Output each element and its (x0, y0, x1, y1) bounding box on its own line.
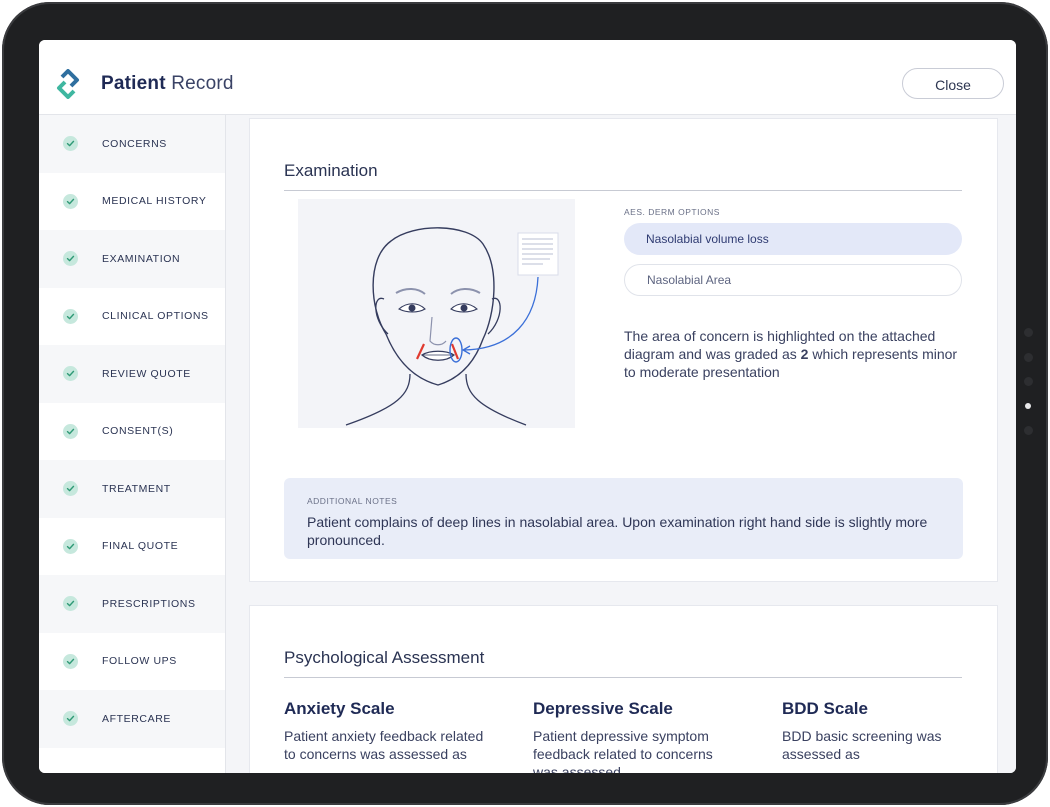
tablet-sensor (1024, 328, 1033, 337)
sidebar-item-label: MEDICAL HISTORY (102, 195, 207, 208)
main-content[interactable]: Examination AES. DERM OPTIONS Nasolabial… (226, 115, 1016, 773)
app-logo-icon (57, 69, 79, 99)
head-outline (372, 227, 495, 386)
anxiety-scale-text: Patient anxiety feedback related to conc… (284, 728, 484, 762)
diagram-arrow (463, 276, 539, 351)
check-icon (63, 711, 78, 727)
option-nasolabial-area[interactable]: Nasolabial Area (624, 264, 962, 296)
sidebar-item-consent-s[interactable]: CONSENT(S) (39, 403, 225, 461)
sidebar-item-examination[interactable]: EXAMINATION (39, 230, 225, 288)
option-nasolabial-volume-loss[interactable]: Nasolabial volume loss (624, 223, 962, 255)
depressive-scale-title: Depressive Scale (533, 699, 673, 718)
check-icon (63, 653, 78, 669)
tablet-camera (1025, 403, 1031, 409)
sidebar-item-review-quote[interactable]: REVIEW QUOTE (39, 345, 225, 403)
check-icon (63, 423, 78, 439)
examination-card: Examination AES. DERM OPTIONS Nasolabial… (249, 118, 998, 582)
app-title-bold: Patient (101, 73, 166, 94)
psych-assessment-card: Psychological Assessment Anxiety Scale P… (249, 605, 998, 773)
depressive-scale-text: Patient depressive symptom feedback rela… (533, 728, 713, 773)
check-icon (63, 193, 78, 209)
check-icon (63, 538, 78, 554)
tablet-sensor (1024, 377, 1033, 386)
sidebar-item-clinical-options[interactable]: CLINICAL OPTIONS (39, 288, 225, 346)
notes-text: Patient complains of deep lines in nasol… (307, 514, 928, 548)
face-diagram (298, 199, 575, 428)
sidebar-item-prescriptions[interactable]: PRESCRIPTIONS (39, 575, 225, 633)
sidebar-item-label: CONSENT(S) (102, 425, 174, 438)
notes-caption: ADDITIONAL NOTES (307, 496, 398, 506)
sidebar-item-label: FOLLOW UPS (102, 655, 177, 668)
anxiety-scale-title: Anxiety Scale (284, 699, 395, 718)
options-caption: AES. DERM OPTIONS (624, 207, 720, 217)
sidebar-item-aftercare[interactable]: AFTERCARE (39, 690, 225, 748)
check-icon (63, 136, 78, 152)
depressive-scale: Depressive Scale Patient depressive symp… (533, 699, 733, 773)
sidebar-item-label: FINAL QUOTE (102, 540, 179, 553)
sidebar-item-label: REVIEW QUOTE (102, 367, 191, 380)
sidebar-item-follow-ups[interactable]: FOLLOW UPS (39, 633, 225, 691)
bdd-scale: BDD Scale BDD basic screening was assess… (782, 699, 982, 763)
sidebar-item-label: CLINICAL OPTIONS (102, 310, 209, 323)
header: Patient Record Close (39, 40, 1016, 115)
app-title-light: Record (171, 73, 234, 94)
sidebar-item-label: PRESCRIPTIONS (102, 597, 196, 610)
tablet-sensor (1024, 426, 1033, 435)
sidebar-item-treatment[interactable]: TREATMENT (39, 460, 225, 518)
additional-notes: ADDITIONAL NOTES Patient complains of de… (284, 478, 963, 559)
app-screen: Patient Record Close CONCERNS MEDICAL HIS… (39, 40, 1016, 773)
check-icon (63, 481, 78, 497)
check-icon (63, 596, 78, 612)
sidebar-item-label: TREATMENT (102, 482, 171, 495)
sidebar: CONCERNS MEDICAL HISTORY EXAMINATION CLINIC… (39, 115, 226, 773)
sidebar-item-label: AFTERCARE (102, 712, 171, 725)
tablet-frame: Patient Record Close CONCERNS MEDICAL HIS… (2, 2, 1048, 805)
app-title: Patient Record (101, 73, 234, 95)
bdd-scale-title: BDD Scale (782, 699, 868, 718)
examination-description: The area of concern is highlighted on th… (624, 327, 969, 381)
nasolabial-mark-left (416, 343, 425, 360)
examination-title: Examination (284, 161, 962, 191)
bdd-scale-text: BDD basic screening was assessed as (782, 728, 942, 762)
psych-title: Psychological Assessment (284, 648, 962, 678)
tablet-sensor (1024, 353, 1033, 362)
sidebar-item-medical-history[interactable]: MEDICAL HISTORY (39, 173, 225, 231)
check-icon (63, 366, 78, 382)
anxiety-scale: Anxiety Scale Patient anxiety feedback r… (284, 699, 484, 763)
check-icon (63, 251, 78, 267)
check-icon (63, 308, 78, 324)
sidebar-item-label: CONCERNS (102, 137, 167, 150)
sidebar-item-concerns[interactable]: CONCERNS (39, 115, 225, 173)
close-button[interactable]: Close (902, 68, 1004, 99)
sidebar-item-label: EXAMINATION (102, 252, 181, 265)
sidebar-item-final-quote[interactable]: FINAL QUOTE (39, 518, 225, 576)
nasolabial-mark-right (450, 343, 460, 360)
highlight-circle (449, 337, 463, 363)
